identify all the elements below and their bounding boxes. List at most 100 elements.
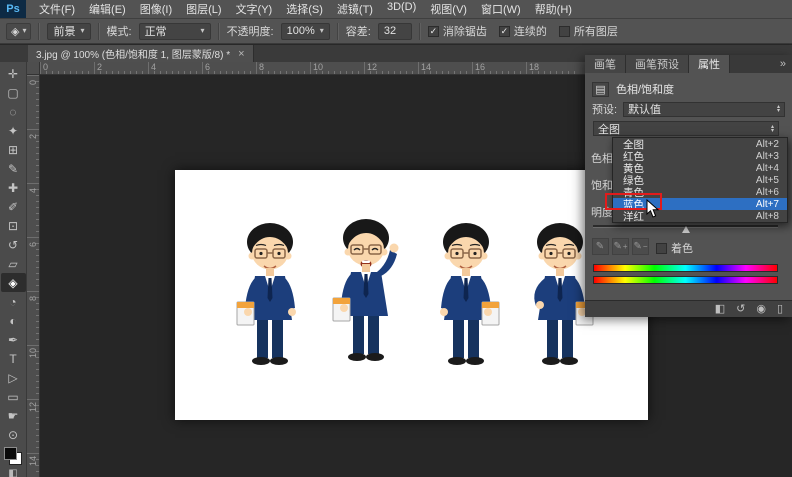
checkbox-label: 连续的 [514,23,547,39]
eyedropper-sample-button[interactable]: ✎ [592,238,609,255]
menu-item[interactable]: 文字(Y) [229,1,280,17]
menu-item[interactable]: 图层(L) [179,1,228,17]
paint-bucket-icon: ◈ [11,25,19,38]
ruler-number: 18 [526,62,580,74]
fill-source-select[interactable]: 前景 ▾ [47,23,90,40]
tab-brush[interactable]: 画笔 [585,55,626,73]
tool-icon: ⊞ [8,143,18,157]
close-icon[interactable]: × [238,48,244,60]
tool-icon: ✎ [8,162,18,176]
color-swatches [3,446,23,466]
quick-mask-button[interactable]: ◧ [1,466,26,477]
crop-tool[interactable]: ⊞ [1,140,26,159]
photoshop-logo[interactable]: Ps [0,0,26,18]
clone-stamp-tool[interactable]: ⊡ [1,216,26,235]
delete-icon[interactable]: ▯ [777,304,783,315]
menu-item[interactable]: 编辑(E) [82,1,133,17]
hand-tool[interactable]: ☛ [1,406,26,425]
colorize-checkbox[interactable]: 着色 [656,240,693,256]
move-tool[interactable]: ✛ [1,64,26,83]
clip-to-layer-icon[interactable]: ◧ [715,304,725,315]
channel-select[interactable]: 全图 ▴▾ [593,121,779,136]
antialias-checkbox[interactable]: ✓ 消除锯齿 [428,23,487,39]
tool-icon: ✦ [8,124,18,138]
double-chevron-icon: » [780,58,786,70]
shape-tool[interactable]: ▭ [1,387,26,406]
menu-item[interactable]: 视图(V) [423,1,474,17]
mode-value: 正常 [145,23,167,39]
preset-value: 默认值 [628,101,661,117]
eyedropper-icon: ✎ [633,241,641,252]
eyedropper-subtract-button[interactable]: ✎ − [632,238,649,255]
hue-spectrum-bar-top [593,264,778,272]
menu-item[interactable]: 图像(I) [133,1,179,17]
preset-select[interactable]: 默认值 ▴▾ [623,102,785,117]
tool-icon: ↺ [8,238,18,252]
vertical-ruler[interactable]: 02468101214 [27,75,40,477]
eyedropper-add-button[interactable]: ✎ + [612,238,629,255]
history-brush-tool[interactable]: ↺ [1,235,26,254]
tolerance-value: 32 [384,25,396,37]
document-canvas[interactable] [175,170,648,420]
eraser-tool[interactable]: ▱ [1,254,26,273]
channel-item-magentas[interactable]: 洋红 Alt+8 [613,210,787,222]
eyedropper-icon: ✎ [613,241,621,252]
foreground-color-swatch[interactable] [4,447,17,460]
dropdown-item-shortcut: Alt+3 [756,151,779,162]
lasso-tool[interactable]: ◌ [1,102,26,121]
zoom-tool[interactable]: ⊙ [1,425,26,444]
ruler-number: 2 [94,62,148,74]
reset-icon[interactable]: ↺ [736,304,745,315]
type-tool[interactable]: T [1,349,26,368]
tolerance-input[interactable]: 32 [378,23,412,40]
marquee-tool[interactable]: ▢ [1,83,26,102]
panel-more-button[interactable]: » [774,55,792,73]
menu-item[interactable]: 选择(S) [279,1,330,17]
tool-icon: ✚ [8,181,18,195]
eyedropper-tool[interactable]: ✎ [1,159,26,178]
ruler-number: 6 [27,237,39,291]
menu-item[interactable]: 窗口(W) [474,1,528,17]
tool-icon: ▱ [8,257,17,271]
magic-wand-tool[interactable]: ✦ [1,121,26,140]
tab-brush-presets[interactable]: 画笔预设 [626,55,689,73]
menu-list: 文件(F)编辑(E)图像(I)图层(L)文字(Y)选择(S)滤镜(T)3D(D)… [32,1,579,17]
menu-item[interactable]: 文件(F) [32,1,82,17]
opacity-label: 不透明度: [227,23,274,39]
chevron-down-icon: ▾ [22,27,26,35]
menu-item[interactable]: 帮助(H) [528,1,579,17]
checkbox-label: 消除锯齿 [443,23,487,39]
mode-select[interactable]: 正常 ▾ [139,23,211,40]
all-layers-checkbox[interactable]: 所有图层 [559,23,618,39]
slider-handle[interactable] [682,226,690,233]
tab-properties[interactable]: 属性 [689,55,730,73]
tool-icon: ⊡ [8,219,18,233]
dropdown-item-shortcut: Alt+2 [756,139,779,150]
opacity-input[interactable]: 100% ▾ [281,23,330,40]
contiguous-checkbox[interactable]: ✓ 连续的 [499,23,547,39]
dodge-tool[interactable]: ◐ [1,311,26,330]
blur-tool[interactable]: ◔ [1,292,26,311]
lightness-slider[interactable] [593,225,778,228]
brush-tool[interactable]: ✐ [1,197,26,216]
ruler-origin-corner[interactable] [27,62,40,75]
document-tab[interactable]: 3.jpg @ 100% (色相/饱和度 1, 图层蒙版/8) * × [28,45,254,62]
photoshop-window: Ps 文件(F)编辑(E)图像(I)图层(L)文字(Y)选择(S)滤镜(T)3D… [0,0,792,477]
ruler-number: 12 [364,62,418,74]
ruler-number: 2 [27,129,39,183]
hue-spectrum-bar-bottom[interactable] [593,276,778,284]
options-bar: ◈ ▾ 前景 ▾ 模式: 正常 ▾ 不透明度: 100% ▾ 容差: 32 [0,19,792,44]
pen-tool[interactable]: ✒ [1,330,26,349]
path-selection-tool[interactable]: ▷ [1,368,26,387]
visibility-icon[interactable]: ◉ [756,304,766,315]
tool-preset-picker[interactable]: ◈ ▾ [6,23,31,40]
dropdown-item-shortcut: Alt+6 [756,187,779,198]
menu-item[interactable]: 3D(D) [380,1,423,17]
tool-icon: ▭ [7,390,18,404]
healing-brush-tool[interactable]: ✚ [1,178,26,197]
dropdown-item-label: 洋红 [623,209,644,224]
eyedropper-icon: ✎ [596,241,604,252]
select-arrows-icon: ▴▾ [777,105,780,113]
paint-bucket-tool[interactable]: ◈ [1,273,26,292]
menu-item[interactable]: 滤镜(T) [330,1,380,17]
